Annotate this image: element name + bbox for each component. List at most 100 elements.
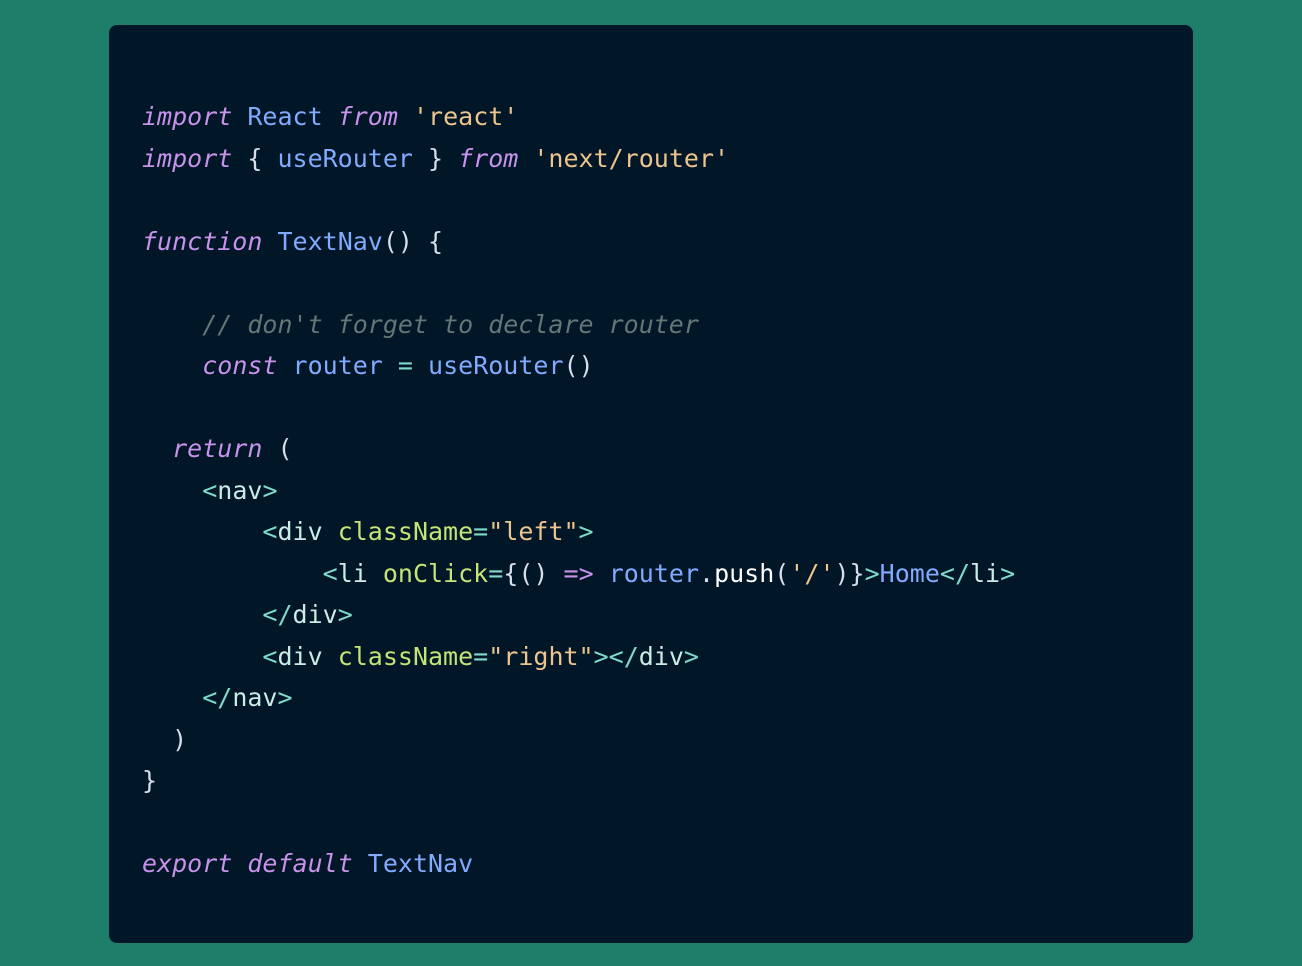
- code-token-keyword: from: [458, 143, 519, 173]
- code-token-tag: <: [262, 517, 278, 546]
- code-token-punct: }: [142, 766, 158, 795]
- code-token-punct: [232, 102, 247, 131]
- code-token-punct: [232, 849, 247, 878]
- code-token-string: 'next/router': [533, 143, 730, 173]
- code-token-tag: >: [337, 600, 353, 629]
- code-token-attr: className: [337, 641, 474, 671]
- code-token-punct: [398, 102, 413, 131]
- code-token-punct: [323, 642, 338, 671]
- code-line: return (: [142, 428, 1226, 470]
- code-token-keyword: =>: [563, 558, 594, 588]
- code-token-punct: (: [774, 558, 790, 588]
- code-line: <nav>: [142, 470, 1226, 512]
- code-token-punct: [413, 351, 428, 380]
- code-window: import React from 'react' import { useRou…: [109, 25, 1193, 943]
- code-token-keyword: default: [247, 849, 353, 878]
- code-token-ident: TextNav: [277, 226, 383, 256]
- code-token-tag: <: [202, 475, 218, 505]
- code-token-punct: }: [412, 143, 459, 173]
- code-token-keyword: export: [142, 849, 233, 878]
- code-line: <div className="right"></div>: [142, 636, 1226, 678]
- code-token-keyword: import: [142, 102, 233, 131]
- code-token-tag: >: [277, 683, 293, 712]
- code-token-punct: [277, 351, 292, 380]
- code-line: <div className="left">: [142, 511, 1226, 553]
- code-token-tagname: div: [638, 641, 684, 671]
- code-token-keyword: function: [142, 226, 263, 256]
- code-token-punct: () {: [382, 226, 444, 256]
- code-token-punct: [323, 517, 338, 546]
- code-token-keyword: const: [202, 351, 278, 380]
- code-token-comment: // don't forget to declare router: [202, 309, 699, 339]
- code-token-ident: TextNav: [367, 849, 474, 878]
- code-token-punct: [262, 227, 277, 256]
- code-token-tagname: div: [277, 641, 323, 671]
- code-line: </div>: [142, 594, 1226, 636]
- code-token-punct: [548, 559, 563, 588]
- code-token-tagname: div: [277, 517, 323, 546]
- code-token-punct: [353, 849, 368, 878]
- code-token-attr: className: [337, 517, 474, 546]
- code-token-punct: {: [232, 143, 278, 173]
- code-token-punct: [323, 102, 338, 131]
- code-token-punct: [142, 351, 202, 380]
- code-token-punct: (): [563, 351, 594, 380]
- code-token-punct: (): [518, 558, 549, 588]
- code-line: </nav>: [142, 677, 1226, 719]
- code-token-ident: useRouter: [428, 351, 564, 380]
- code-token-ident: router: [292, 351, 383, 380]
- code-line: function TextNav() {: [142, 221, 1226, 263]
- code-token-tag: <: [262, 641, 278, 671]
- code-block: import React from 'react' import { useRou…: [109, 96, 1193, 885]
- code-line: }: [142, 760, 1226, 802]
- code-token-keyword: return: [172, 434, 263, 463]
- code-token-tag: =: [473, 641, 489, 671]
- code-token-punct: [142, 559, 323, 588]
- code-line: // don't forget to declare router: [142, 304, 1226, 346]
- code-line: <li onClick={() => router.push('/')}>Hom…: [142, 553, 1226, 595]
- code-token-punct: (: [262, 434, 293, 463]
- code-token-prop: push: [714, 558, 775, 588]
- code-token-punct: [368, 559, 383, 588]
- code-token-tagname: div: [292, 600, 338, 629]
- code-token-keyword: import: [142, 143, 233, 173]
- code-line: ): [142, 719, 1226, 761]
- code-token-punct: [142, 310, 202, 339]
- code-token-tag: =: [488, 558, 504, 588]
- code-token-attr: onClick: [382, 558, 489, 588]
- code-token-string: "right": [488, 641, 594, 671]
- code-token-tag: >: [864, 558, 880, 588]
- code-token-tag: ></: [593, 641, 639, 671]
- code-token-ident: React: [247, 102, 323, 131]
- code-token-tagname: nav: [217, 475, 263, 505]
- code-token-tag: =: [397, 351, 413, 380]
- code-token-tagname: li: [970, 558, 1001, 588]
- code-token-tag: >: [578, 517, 594, 546]
- code-token-tagname: nav: [232, 683, 278, 712]
- code-token-punct: .: [699, 558, 715, 588]
- code-line: import React from 'react': [142, 96, 1226, 138]
- code-token-keyword: from: [337, 102, 398, 131]
- code-token-tagname: li: [337, 558, 368, 588]
- code-token-punct: {: [503, 558, 519, 588]
- code-token-ident: router: [608, 558, 699, 588]
- code-token-punct: [518, 144, 533, 173]
- code-line: import { useRouter } from 'next/router': [142, 138, 1226, 180]
- code-token-tag: >: [683, 641, 699, 671]
- code-line: const router = useRouter(): [142, 345, 1226, 387]
- code-token-tag: </: [939, 558, 970, 588]
- code-token-punct: [142, 476, 202, 505]
- code-token-punct: [383, 351, 398, 380]
- code-token-punct: [594, 559, 609, 588]
- code-token-punct: [142, 600, 262, 629]
- code-token-tag: </: [202, 683, 233, 712]
- code-token-string: 'react': [412, 102, 519, 131]
- code-token-punct: [142, 434, 172, 463]
- code-token-tag: <: [322, 558, 338, 588]
- code-token-text: Home: [879, 558, 940, 588]
- code-token-punct: [142, 642, 262, 671]
- code-token-tag: </: [262, 600, 293, 629]
